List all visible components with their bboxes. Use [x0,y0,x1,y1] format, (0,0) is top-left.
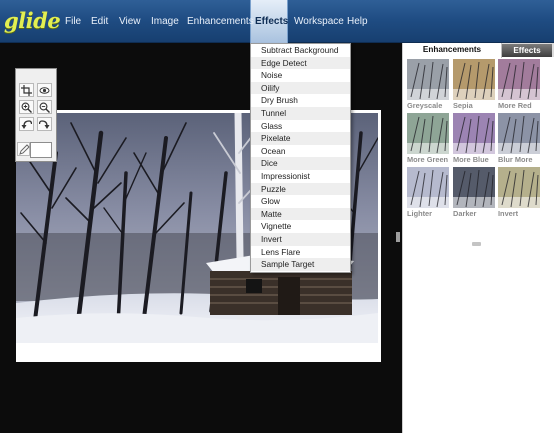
effects-menu-item[interactable]: Matte [251,207,350,221]
enhancement-thumbnail[interactable]: Greyscale [407,59,449,114]
thumbnail-preview [453,59,495,100]
pencil-button[interactable] [17,142,30,156]
zoom-in-button[interactable] [19,100,34,114]
thumbnail-preview [453,113,495,154]
thumbnail-preview [498,59,540,100]
thumbnail-label: Lighter [407,209,433,218]
effects-menu-item[interactable]: Vignette [251,220,350,233]
menu-help[interactable]: Help [347,15,368,29]
crop-icon [21,85,32,96]
tab-enhancements[interactable]: Enhancements [403,43,502,58]
effects-menu-item[interactable]: Subtract Background [251,44,350,57]
thumbnail-label: More Green [407,155,449,164]
zoom-out-button[interactable] [37,100,52,114]
effects-menu-item[interactable]: Dice [251,157,350,170]
thumbnail-label: Blur More [498,155,533,164]
thumbnail-label: Greyscale [407,101,443,110]
effects-menu-item[interactable]: Dry Brush [251,94,350,107]
enhancement-thumbnail[interactable]: More Blue [453,113,495,168]
menu-bar: glide File Edit View Image Enhancements … [0,0,554,43]
redo-icon [39,120,50,129]
thumbnail-preview [407,59,449,100]
panel-splitter[interactable] [396,232,400,242]
enhancement-thumbnail[interactable]: Lighter [407,167,449,222]
thumbnail-label: Sepia [453,101,473,110]
enhancement-thumbnail[interactable]: More Red [498,59,540,114]
app-logo: glide [4,8,61,33]
tab-effects[interactable]: Effects [502,44,552,57]
adjustments-panel: Enhancements Effects Greyscale Sepia More … [402,43,554,433]
view-button[interactable] [37,83,52,97]
thumbnail-label: Invert [498,209,519,218]
effects-menu-item[interactable]: Lens Flare [251,246,350,259]
effects-menu-item[interactable]: Invert [251,233,350,246]
app-window: glide File Edit View Image Enhancements … [0,0,554,433]
menu-image[interactable]: Image [151,15,179,29]
effects-menu-item[interactable]: Noise [251,69,350,82]
effects-menu-item[interactable]: Puzzle [251,182,350,196]
zoom-in-icon [21,102,32,113]
effects-menu-item[interactable]: Glass [251,120,350,133]
tool-palette [15,68,57,162]
enhancement-thumbnail[interactable]: More Green [407,113,449,168]
zoom-out-icon [39,102,50,113]
enhancement-thumbnail[interactable]: Blur More [498,113,540,168]
thumbnail-preview [498,167,540,208]
menu-effects[interactable]: Effects [255,15,288,29]
redo-button[interactable] [37,117,52,131]
crop-button[interactable] [19,83,34,97]
pencil-icon [19,144,30,155]
eye-icon [39,87,50,94]
menu-enhancements[interactable]: Enhancements [187,15,254,29]
thumbnail-label: More Red [498,101,532,110]
enhancement-thumbnail[interactable]: Darker [453,167,495,222]
enhancement-thumbnail[interactable]: Sepia [453,59,495,114]
effects-menu-item[interactable]: Glow [251,195,350,208]
thumbnail-preview [498,113,540,154]
menu-view[interactable]: View [119,15,141,29]
effects-menu-item[interactable]: Pixelate [251,132,350,145]
undo-icon [21,120,32,129]
thumbnail-preview [453,167,495,208]
effects-menu-item[interactable]: Edge Detect [251,56,350,70]
effects-menu-item[interactable]: Oilify [251,81,350,95]
effects-menu-item[interactable]: Sample Target [251,258,350,271]
menu-workspace[interactable]: Workspace [294,15,344,29]
menu-file[interactable]: File [65,15,81,29]
undo-button[interactable] [19,117,34,131]
color-swatch[interactable] [30,142,52,158]
effects-menu-item[interactable]: Impressionist [251,170,350,183]
thumbnail-preview [407,113,449,154]
effects-menu: Subtract Background Edge Detect Noise Oilif… [250,43,351,273]
enhancement-thumbnail[interactable]: Invert [498,167,540,222]
panel-grip[interactable] [472,242,481,246]
menu-edit[interactable]: Edit [91,15,108,29]
effects-menu-item[interactable]: Tunnel [251,107,350,120]
effects-menu-item[interactable]: Ocean [251,145,350,158]
thumbnail-label: More Blue [453,155,489,164]
thumbnail-label: Darker [453,209,477,218]
thumbnail-preview [407,167,449,208]
